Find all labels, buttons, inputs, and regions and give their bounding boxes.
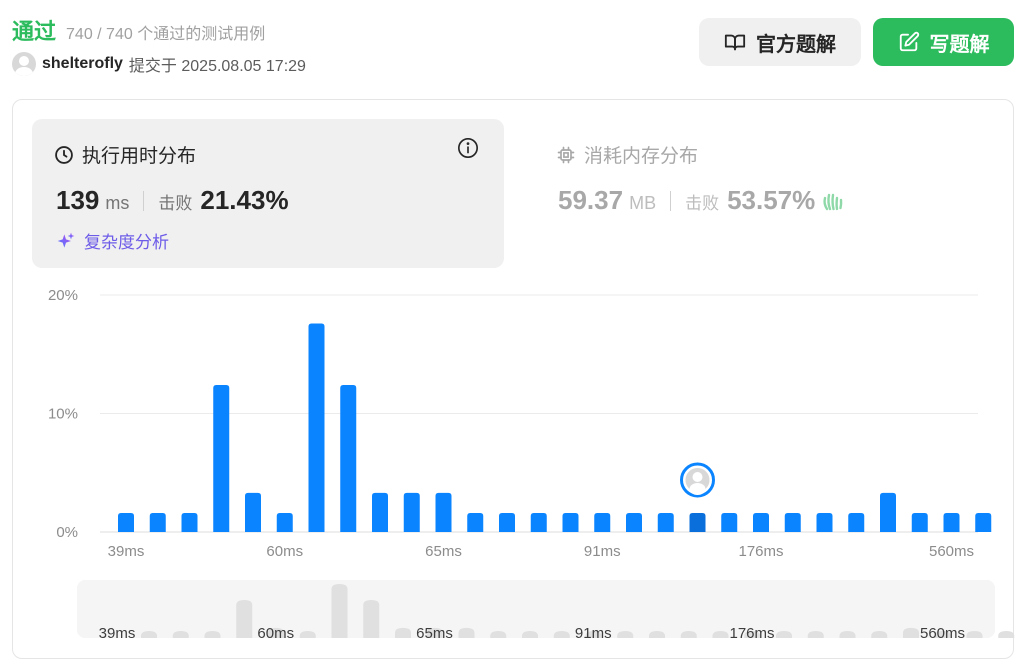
username[interactable]: shelterofly <box>42 55 123 73</box>
memory-header: 消耗内存分布 <box>556 141 698 168</box>
submitter-info: shelterofly 提交于 2025.08.05 17:29 <box>12 52 306 76</box>
divider <box>670 190 672 211</box>
chart-bar[interactable] <box>308 323 325 532</box>
chart-bar[interactable] <box>435 492 452 532</box>
chart-bar[interactable] <box>467 513 484 532</box>
memory-beat-percent: 53.57% <box>727 185 816 215</box>
sparkle-icon <box>57 232 75 248</box>
chart-bar[interactable] <box>880 492 896 532</box>
chart-bar[interactable] <box>657 513 674 532</box>
runtime-panel[interactable]: 执行用时分布 139 ms 击败 21.43% 复杂度分析 <box>32 119 504 268</box>
chart-bar[interactable] <box>753 513 769 532</box>
chart-bar[interactable] <box>943 513 960 532</box>
chart-bar[interactable] <box>181 513 198 532</box>
chart-bar[interactable] <box>530 513 547 532</box>
chip-icon <box>557 146 575 163</box>
memory-beat-label: 击败 <box>685 194 720 213</box>
divider <box>143 190 145 211</box>
memory-unit: MB <box>629 193 657 213</box>
submission-status: 通过 740 / 740 个通过的测试用例 <box>12 14 265 46</box>
chart-bar[interactable] <box>118 513 134 532</box>
submit-time: 提交于 2025.08.05 17:29 <box>128 58 306 75</box>
chart-bar[interactable] <box>340 385 357 532</box>
chart-bar[interactable] <box>784 513 801 532</box>
chart-bar[interactable] <box>245 492 261 532</box>
chart-bar[interactable] <box>975 513 992 532</box>
runtime-title: 执行用时分布 <box>82 146 197 167</box>
chart-bar[interactable] <box>594 513 611 532</box>
chart-bar[interactable] <box>626 513 642 532</box>
chart-bar[interactable] <box>848 513 865 532</box>
book-open-icon <box>724 34 746 51</box>
clapping-hands-icon <box>823 193 843 210</box>
runtime-unit: ms <box>105 193 130 213</box>
test-count: 740 / 740 个通过的测试用例 <box>66 26 266 43</box>
runtime-header: 执行用时分布 <box>54 141 196 168</box>
runtime-beat-percent: 21.43% <box>200 185 289 215</box>
chart-bar[interactable] <box>816 513 833 532</box>
chart-bar[interactable] <box>149 513 166 532</box>
official-solution-button[interactable]: 官方题解 <box>699 18 861 66</box>
avatar[interactable] <box>12 52 36 76</box>
memory-panel[interactable]: 消耗内存分布 59.37 MB 击败 53.57% <box>534 119 994 268</box>
chart-bar[interactable] <box>911 513 928 532</box>
clock-icon <box>55 145 73 164</box>
chart-bar[interactable] <box>213 385 230 532</box>
runtime-value: 139 <box>56 185 100 215</box>
info-icon[interactable] <box>457 137 479 159</box>
memory-title: 消耗内存分布 <box>584 146 699 167</box>
chart-bar[interactable] <box>562 513 579 532</box>
chart-bar[interactable] <box>689 513 706 532</box>
chart-bar[interactable] <box>721 513 738 532</box>
edit-icon <box>899 31 919 52</box>
chart-bar[interactable] <box>499 513 515 532</box>
write-solution-label: 写题解 <box>929 33 990 56</box>
performance-card: 执行用时分布 139 ms 击败 21.43% 复杂度分析 消耗内存分布 59.… <box>12 99 1014 659</box>
complexity-label: 复杂度分析 <box>84 233 169 252</box>
chart-bar[interactable] <box>372 492 388 532</box>
runtime-beat-label: 击败 <box>158 194 193 213</box>
status-title: 通过 <box>12 19 57 44</box>
memory-value: 59.37 <box>558 185 624 215</box>
chart-bar[interactable] <box>276 513 293 532</box>
chart-bar[interactable] <box>403 492 420 532</box>
runtime-metrics: 139 ms 击败 21.43% <box>56 185 289 216</box>
memory-metrics: 59.37 MB 击败 53.57% <box>558 185 845 216</box>
official-solution-label: 官方题解 <box>756 33 836 56</box>
complexity-analysis-link[interactable]: 复杂度分析 <box>56 228 169 253</box>
write-solution-button[interactable]: 写题解 <box>873 18 1014 66</box>
